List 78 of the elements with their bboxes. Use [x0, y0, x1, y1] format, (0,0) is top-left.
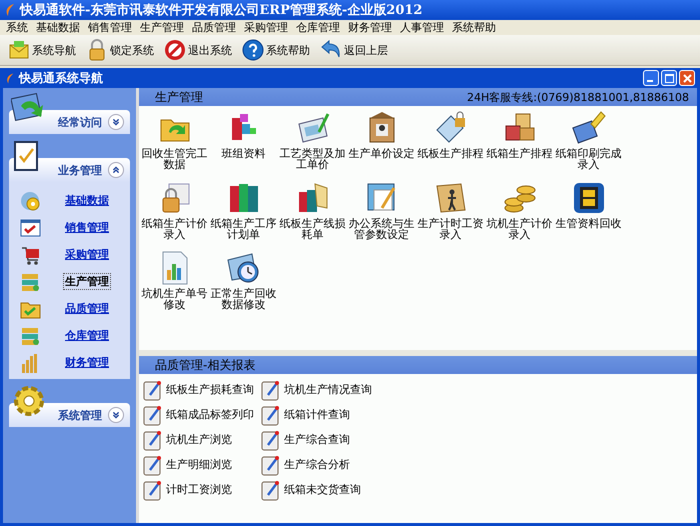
menu-item[interactable]: 仓库管理: [292, 20, 344, 35]
report-link[interactable]: 坑机生产情况查询: [260, 377, 390, 402]
report-link[interactable]: 生产综合分析: [260, 452, 390, 477]
toolbar-button[interactable]: 返回上层: [318, 37, 390, 63]
report-link[interactable]: 生产明细浏览: [142, 452, 260, 477]
module-launcher[interactable]: 工艺类型及加工单价: [278, 110, 347, 180]
maximize-icon: [664, 74, 674, 82]
clipboard-pencil-icon: [142, 378, 164, 400]
report-link[interactable]: 纸箱成品标签列印: [142, 402, 260, 427]
module-launcher[interactable]: 生管资料回收: [554, 180, 623, 250]
module-launcher[interactable]: 生产计时工资录入: [416, 180, 485, 250]
clipboard-pencil-icon: [260, 428, 282, 450]
sidebar-link[interactable]: 销售管理: [63, 219, 111, 236]
sidebar-link[interactable]: 仓库管理: [63, 327, 111, 344]
module-launcher[interactable]: 纸板生产线损耗单: [278, 180, 347, 250]
report-link[interactable]: 纸板生产损耗查询: [142, 377, 260, 402]
module-launcher[interactable]: 纸箱生产排程: [485, 110, 554, 180]
window-title: 快易通系统导航: [19, 70, 104, 86]
toolbar-button[interactable]: 系统帮助: [240, 37, 312, 63]
minimize-button[interactable]: [643, 70, 659, 86]
module-launcher[interactable]: 正常生产回收数据修改: [209, 250, 278, 320]
report-link[interactable]: 生产综合查询: [260, 427, 390, 452]
menu-item[interactable]: 销售管理: [84, 20, 136, 35]
panel-title: 品质管理-相关报表: [155, 356, 256, 374]
toolbar-button[interactable]: 系统导航: [6, 37, 78, 63]
envelope-icon: [8, 39, 30, 61]
module-launcher[interactable]: 纸板生产排程: [416, 110, 485, 180]
module-launcher[interactable]: 办公系统与生管参数设定: [347, 180, 416, 250]
clipboard-pencil-icon: [260, 378, 282, 400]
report-link[interactable]: 纸箱未交货查询: [260, 477, 390, 502]
checkmark-window-icon: [19, 216, 41, 238]
toolbar-button[interactable]: 退出系统: [162, 37, 234, 63]
module-launcher[interactable]: 回收生管完工数据: [140, 110, 209, 180]
sidebar-link[interactable]: 财务管理: [63, 354, 111, 371]
report-link[interactable]: 计时工资浏览: [142, 477, 260, 502]
toolbar-button[interactable]: 锁定系统: [84, 37, 156, 63]
report-link[interactable]: 坑机生产浏览: [142, 427, 260, 452]
module-launcher[interactable]: 纸箱生产工序计划单: [209, 180, 278, 250]
menu-item[interactable]: 生产管理: [136, 20, 188, 35]
module-launcher[interactable]: 生产单价设定: [347, 110, 416, 180]
sidebar-link[interactable]: 基础数据: [63, 192, 111, 209]
menu-item[interactable]: 财务管理: [344, 20, 396, 35]
app-logo-icon: [4, 3, 16, 17]
app-logo-icon: [5, 72, 15, 84]
menu-item[interactable]: 采购管理: [240, 20, 292, 35]
close-icon: [682, 74, 692, 82]
panel-title: 生产管理: [155, 88, 203, 106]
maximize-button[interactable]: [661, 70, 677, 86]
sidebar-link[interactable]: 生产管理: [63, 273, 111, 290]
clipboard-pencil-icon: [260, 404, 282, 426]
module-launcher[interactable]: 纸箱印刷完成录入: [554, 110, 623, 180]
expand-icon[interactable]: [108, 114, 124, 130]
menu-item[interactable]: 系统帮助: [448, 20, 500, 35]
help-icon: [242, 39, 264, 61]
clipboard-pencil-icon: [142, 428, 164, 450]
module-launcher[interactable]: 纸箱生产计价录入: [140, 180, 209, 250]
expand-icon[interactable]: [108, 407, 124, 423]
clipboard-pencil-icon: [142, 478, 164, 500]
menu-item[interactable]: 品质管理: [188, 20, 240, 35]
clipboard-pencil-icon: [260, 454, 282, 476]
menu-item[interactable]: 人事管理: [396, 20, 448, 35]
clipboard-pencil-icon: [260, 478, 282, 500]
module-launcher[interactable]: 坑机生产计价录入: [485, 180, 554, 250]
brush-icon: [570, 110, 606, 146]
clipboard-pencil-icon: [142, 454, 164, 476]
menu-item[interactable]: 系统: [2, 20, 32, 35]
hotline-text: 24H客服专线:(0769)81881001,81886108: [466, 90, 689, 104]
module-launcher[interactable]: 坑机生产单号修改: [140, 250, 209, 320]
module-launcher[interactable]: 班组资料: [209, 110, 278, 180]
sidebar-link[interactable]: 采购管理: [63, 246, 111, 263]
no-entry-icon: [164, 39, 186, 61]
close-button[interactable]: [679, 70, 695, 86]
clipboard-pencil-icon: [142, 404, 164, 426]
report-link[interactable]: 纸箱计件查询: [260, 402, 390, 427]
sidebar-link[interactable]: 品质管理: [63, 300, 111, 317]
collapse-icon[interactable]: [108, 162, 124, 178]
window-title: 快易通软件-东莞市讯泰软件开发有限公司ERP管理系统-企业版2012: [20, 2, 422, 19]
menu-item[interactable]: 基础数据: [32, 20, 84, 35]
